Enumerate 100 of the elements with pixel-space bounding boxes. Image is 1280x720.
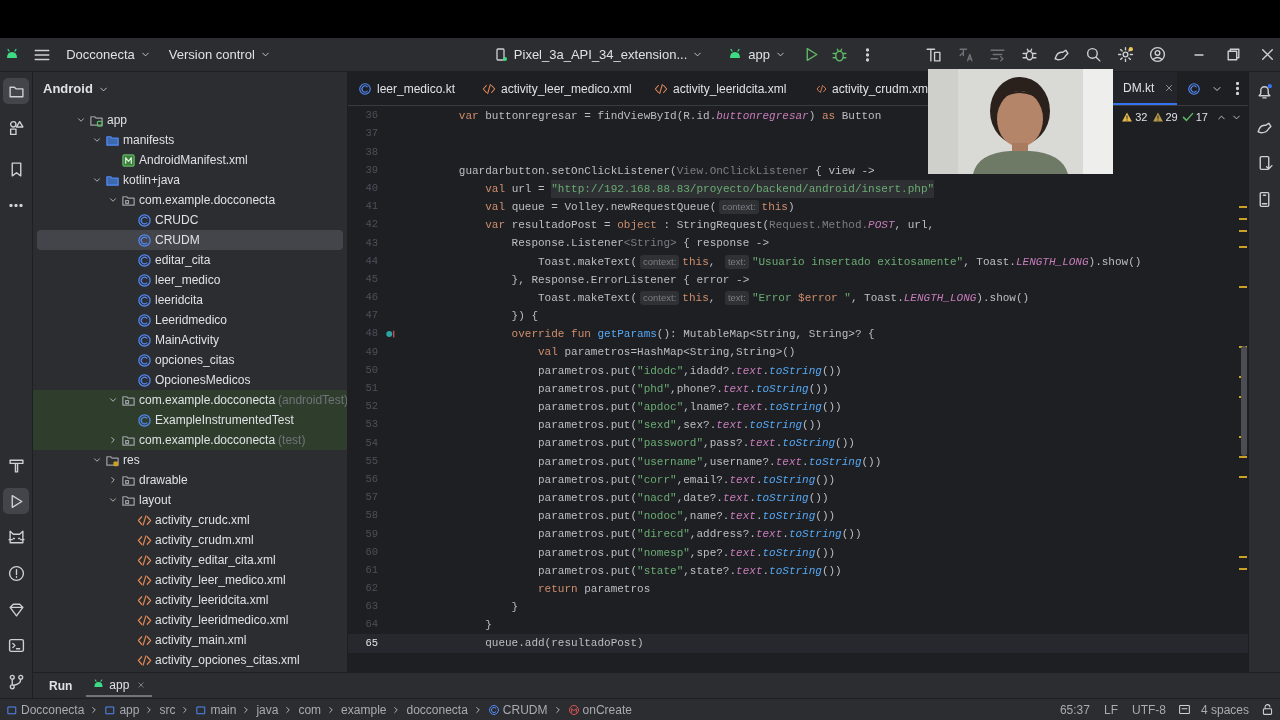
tree-item[interactable]: com.example.docconecta xyxy=(33,190,347,210)
tree-item[interactable]: kotlin+java xyxy=(33,170,347,190)
settings-icon xyxy=(1116,46,1134,63)
breadcrumb[interactable]: Docconecta xyxy=(6,700,85,719)
tree-item[interactable]: ExampleInstrumentedTest xyxy=(33,410,347,430)
tree-item[interactable]: AndroidManifest.xml xyxy=(33,150,347,170)
scrollbar-thumb[interactable] xyxy=(1241,346,1247,456)
read-only-toggle[interactable] xyxy=(1177,703,1191,716)
code-icon xyxy=(137,612,152,628)
warning-marker[interactable] xyxy=(1239,246,1247,248)
chevron-right-icon[interactable] xyxy=(108,475,118,485)
chevron-down-icon[interactable] xyxy=(108,195,118,205)
tool-window-tab[interactable]: Run xyxy=(43,674,79,697)
tree-item[interactable]: drawable xyxy=(33,470,347,490)
code-line: Toast.makeText( context: this, text: "Usuario insertado exitosamente", Toast.LENGTH_LONG).show() xyxy=(537,253,1142,271)
more-icon xyxy=(1236,82,1240,95)
code-line: override fun getParams(): MutableMap<String, String>? { xyxy=(510,327,875,343)
project-view-dropdown[interactable]: Android xyxy=(43,79,109,99)
method-icon xyxy=(567,703,580,716)
file-encoding[interactable]: UTF-8 xyxy=(1131,700,1166,719)
chevron-down-icon[interactable] xyxy=(92,455,102,465)
search-icon xyxy=(1084,46,1102,63)
warning-marker[interactable] xyxy=(1239,476,1247,478)
project-dropdown[interactable]: Docconecta xyxy=(62,41,155,68)
tree-item[interactable]: leer_medico xyxy=(33,270,347,290)
indent-setting[interactable]: 4 spaces xyxy=(1200,700,1249,719)
tree-item[interactable]: com.example.docconecta (androidTest) xyxy=(33,390,347,410)
run-tool-button[interactable] xyxy=(3,488,29,514)
lock-button[interactable] xyxy=(1261,703,1274,716)
breadcrumb[interactable]: example xyxy=(341,700,387,719)
warning-marker[interactable] xyxy=(1239,556,1247,558)
editor-tab[interactable]: DM.kt xyxy=(1113,72,1177,105)
class-icon xyxy=(1187,81,1201,96)
tree-item[interactable]: activity_editar_cita.xml xyxy=(33,550,347,570)
breadcrumb[interactable]: app xyxy=(104,700,140,719)
tree-item[interactable]: com.example.docconecta (test) xyxy=(33,430,347,450)
tree-item[interactable]: opciones_citas xyxy=(33,350,347,370)
code-line: } xyxy=(510,600,519,616)
code-line: }, Response.ErrorListener { error -> xyxy=(510,272,750,288)
class-icon xyxy=(137,332,152,348)
editor-tab[interactable]: activity_leer_medico.xml xyxy=(472,72,644,105)
warning-marker[interactable] xyxy=(1239,230,1247,232)
caret-position[interactable]: 65:37 xyxy=(1059,700,1090,719)
tree-item[interactable]: res xyxy=(33,450,347,470)
chevron-down-icon[interactable] xyxy=(108,495,118,505)
inspection-counter[interactable]: 29 xyxy=(1151,109,1178,126)
vcs-dropdown[interactable]: Version control xyxy=(164,41,275,68)
breadcrumb[interactable]: com xyxy=(298,700,322,719)
shapes-icon xyxy=(7,118,25,136)
breadcrumb[interactable]: java xyxy=(256,700,279,719)
breadcrumb[interactable]: CRUDM xyxy=(487,700,548,719)
breadcrumb[interactable]: docconecta xyxy=(406,700,468,719)
tree-item[interactable]: CRUDM xyxy=(37,230,343,250)
chevron-down-icon[interactable] xyxy=(108,395,118,405)
tree-item[interactable]: activity_leer_medico.xml xyxy=(33,570,347,590)
code-line: parametros.put("nodoc",name?.text.toString()) xyxy=(537,509,836,525)
editor-tab[interactable]: activity_leeridcita.xml xyxy=(644,72,806,105)
inspection-counter[interactable]: 32 xyxy=(1121,109,1148,126)
editor-tab[interactable]: leer_medico.kt xyxy=(348,72,472,105)
chevron-down-icon[interactable] xyxy=(92,135,102,145)
tree-item[interactable]: CRUDC xyxy=(33,210,347,230)
chevron-down-icon[interactable] xyxy=(92,175,102,185)
editor-tab[interactable]: activity_crudm.xm xyxy=(806,72,928,105)
tree-item[interactable]: MainActivity xyxy=(33,330,347,350)
device-dropdown[interactable]: Pixel_3a_API_34_extension... xyxy=(488,41,708,68)
tool-window-tab[interactable]: app xyxy=(86,674,153,697)
breadcrumb[interactable]: src xyxy=(159,700,176,719)
inspection-counter[interactable]: 17 xyxy=(1181,109,1208,126)
override-marker-icon[interactable] xyxy=(384,328,396,341)
tree-item[interactable]: activity_crudm.xml xyxy=(33,530,347,550)
run-config-dropdown[interactable]: app xyxy=(723,41,790,68)
tree-item[interactable]: activity_leeridmedico.xml xyxy=(33,610,347,630)
tree-item[interactable]: activity_crudc.xml xyxy=(33,510,347,530)
tree-item[interactable]: activity_opciones_citas.xml xyxy=(33,650,347,670)
warning-marker[interactable] xyxy=(1239,206,1247,208)
more-icon xyxy=(9,203,23,207)
tree-item[interactable]: layout xyxy=(33,490,347,510)
warning-marker[interactable] xyxy=(1239,568,1247,570)
warning-marker[interactable] xyxy=(1239,456,1247,458)
tree-item[interactable]: OpcionesMedicos xyxy=(33,370,347,390)
tree-item[interactable]: manifests xyxy=(33,130,347,150)
warning-marker[interactable] xyxy=(1239,218,1247,220)
breadcrumb[interactable]: main xyxy=(195,700,237,719)
tree-item[interactable]: Leeridmedico xyxy=(33,310,347,330)
tree-item[interactable]: activity_leeridcita.xml xyxy=(33,590,347,610)
chevron-down-icon[interactable] xyxy=(76,115,86,125)
tree-item[interactable]: app xyxy=(33,110,347,130)
chevron-right-icon[interactable] xyxy=(108,435,118,445)
tree-item[interactable]: leeridcita xyxy=(33,290,347,310)
close-icon[interactable] xyxy=(136,679,147,690)
code-line: parametros.put("state",state?.text.toString()) xyxy=(537,563,842,579)
code-line: parametros.put("nacd",date?.text.toString()) xyxy=(537,490,829,506)
project-tool-button[interactable] xyxy=(3,78,29,104)
breadcrumb[interactable]: onCreate xyxy=(567,700,632,719)
line-separator[interactable]: LF xyxy=(1103,700,1118,719)
code-line: parametros.put("password",pass?.text.toString()) xyxy=(537,436,855,452)
tree-item[interactable]: activity_main.xml xyxy=(33,630,347,650)
tree-item[interactable]: editar_cita xyxy=(33,250,347,270)
code-icon xyxy=(137,512,152,528)
warning-marker[interactable] xyxy=(1239,286,1247,288)
